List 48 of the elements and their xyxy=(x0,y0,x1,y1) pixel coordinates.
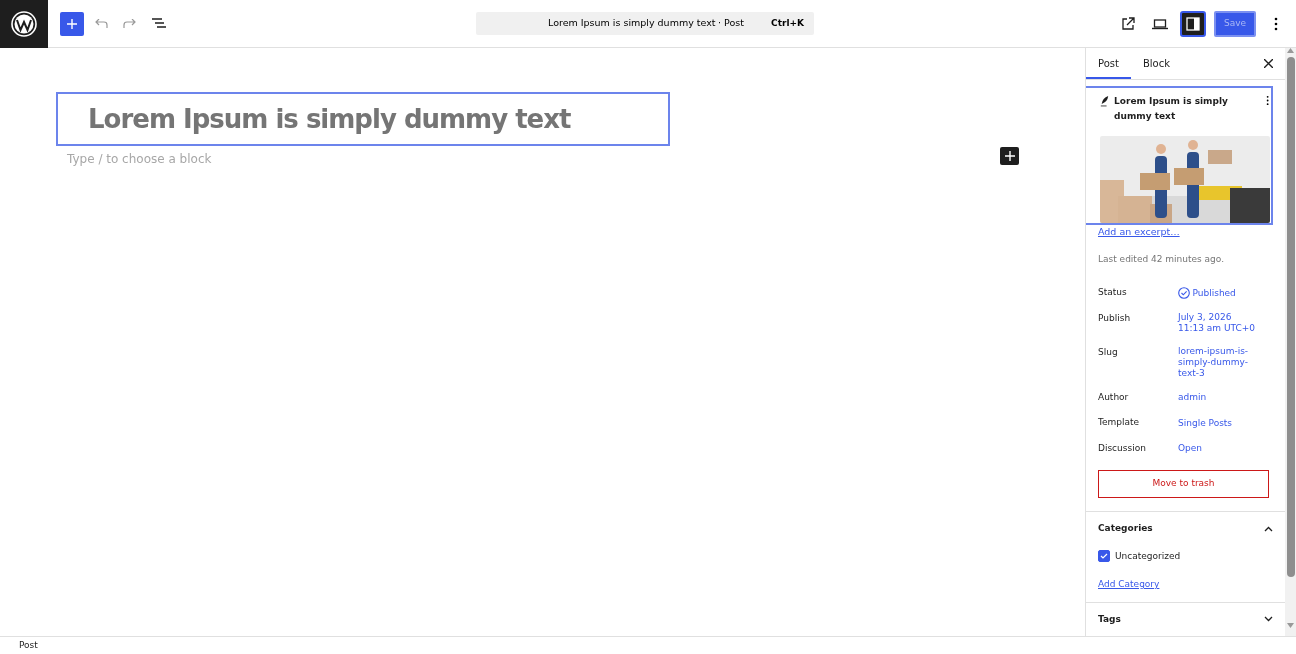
field-value-link[interactable]: Open xyxy=(1178,443,1203,455)
feather-icon xyxy=(1100,93,1110,108)
field-label: Publish xyxy=(1098,312,1132,325)
plus-icon xyxy=(67,18,77,29)
sidebar-tab[interactable]: Post xyxy=(1086,48,1131,79)
move-to-trash-button[interactable]: Move to trash xyxy=(1098,470,1269,498)
category-checkbox[interactable] xyxy=(1098,550,1110,563)
add-block-button[interactable] xyxy=(60,11,84,36)
undo-icon xyxy=(94,18,108,29)
field-label: Discussion xyxy=(1098,442,1147,455)
last-edited-text: Last edited 42 minutes ago. xyxy=(1098,253,1226,266)
shortcut-label: Ctrl+K xyxy=(771,16,804,30)
chevron-down-icon xyxy=(1264,616,1273,623)
field-value-link[interactable]: 11:13 am UTC+0 xyxy=(1178,323,1256,334)
post-title: Lorem Ipsum is simply dummy text xyxy=(1114,94,1229,123)
post-title-field[interactable]: Lorem Ipsum is simply dummy text xyxy=(56,92,670,146)
plus-icon xyxy=(1004,151,1015,161)
post-type-label: · Post xyxy=(718,16,744,31)
wordpress-logo[interactable] xyxy=(0,0,48,48)
scroll-up-icon xyxy=(1287,48,1294,53)
excerpt-link[interactable]: Add an excerpt… xyxy=(1098,224,1273,239)
command-bar[interactable]: Lorem Ipsum is simply dummy text · Post Ctrl+K xyxy=(476,12,814,35)
settings-button[interactable] xyxy=(1180,10,1206,37)
scrollbar-thumb[interactable] xyxy=(1286,57,1295,577)
scroll-down-icon xyxy=(1287,623,1294,628)
category-label: Uncategorized xyxy=(1115,549,1181,563)
panel-header[interactable]: Tags xyxy=(1098,612,1273,626)
add-block-button[interactable] xyxy=(1000,147,1019,165)
redo-icon xyxy=(123,18,137,29)
list-view-icon xyxy=(152,18,166,29)
check-circle-icon xyxy=(1178,287,1190,300)
sidebar-tab[interactable]: Block xyxy=(1130,48,1182,79)
field-value-link[interactable]: lorem-ipsum-is-simply-dummy-text-3 xyxy=(1178,346,1254,379)
command-bar-title: Lorem Ipsum is simply dummy text xyxy=(548,16,716,31)
field-label: Slug xyxy=(1098,346,1119,359)
field-label: Author xyxy=(1098,391,1130,404)
more-options-icon xyxy=(1265,93,1269,107)
field-value-link[interactable]: Single Posts xyxy=(1178,417,1233,429)
breadcrumb-item[interactable]: Post xyxy=(19,638,38,653)
field-value-link[interactable]: July 3, 2026 xyxy=(1178,312,1256,323)
chevron-up-icon xyxy=(1264,525,1273,532)
field-label: Template xyxy=(1098,416,1141,430)
panel-header[interactable]: Categories xyxy=(1098,522,1273,536)
field-value-link[interactable]: admin xyxy=(1178,392,1207,404)
field-value-link[interactable]: Published xyxy=(1192,287,1236,299)
field-label: Status xyxy=(1098,286,1128,300)
add-category-link[interactable]: Add Category xyxy=(1098,578,1273,592)
sidebar-icon xyxy=(1186,16,1200,31)
